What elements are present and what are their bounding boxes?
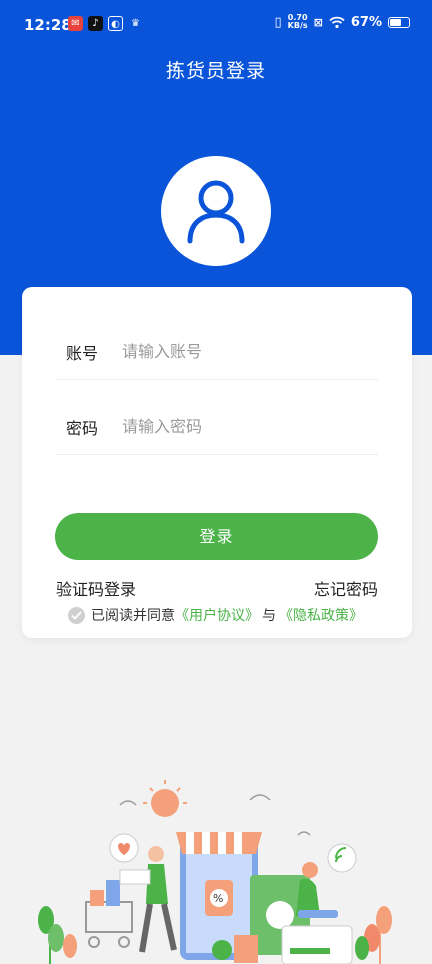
app-notification-icon: ◐ (108, 16, 123, 31)
svg-text:%: % (213, 892, 223, 905)
status-time: 12:28 (24, 16, 72, 34)
user-agreement-link[interactable]: 《用户协议》 (175, 605, 259, 625)
page-title: 拣货员登录 (165, 60, 266, 82)
account-label: 账号 (66, 343, 99, 363)
tiktok-icon: ♪ (88, 16, 103, 31)
battery-percent: 67% (350, 14, 382, 30)
check-icon (71, 610, 82, 620)
forgot-password-link[interactable]: 忘记密码 (314, 576, 378, 600)
battery-fill (390, 18, 402, 26)
password-label: 密码 (66, 418, 99, 438)
privacy-policy-link[interactable]: 《隐私政策》 (279, 605, 363, 625)
battery-icon (388, 16, 410, 28)
user-icon (187, 180, 245, 244)
notification-icons: ✉ ♪ ◐ ♛ (68, 16, 143, 31)
avatar (161, 156, 271, 266)
vibrate-icon: ▯ (274, 14, 282, 30)
password-field: 密码 (56, 399, 378, 455)
sms-login-link[interactable]: 验证码登录 (56, 576, 136, 600)
account-field: 账号 (56, 324, 378, 380)
status-right: ▯ 0.70 KB/s ⊠ 67% (275, 14, 410, 30)
app-notification-icon: ✉ (68, 16, 83, 31)
account-input[interactable] (122, 342, 362, 361)
agreement-row: 已阅读并同意 《用户协议》 与 《隐私政策》 (68, 605, 363, 625)
password-input[interactable] (122, 417, 362, 436)
login-links: 验证码登录 忘记密码 (56, 576, 378, 600)
status-bar: 12:28 ✉ ♪ ◐ ♛ ▯ 0.70 KB/s ⊠ 67% (0, 0, 432, 48)
shopping-illustration: % (38, 780, 392, 964)
agree-checkbox[interactable] (68, 606, 85, 624)
net-speed: 0.70 KB/s (287, 13, 308, 30)
sim-off-icon: ⊠ (313, 15, 323, 29)
agreement-and: 与 (262, 608, 276, 624)
login-card: 账号 密码 登录 验证码登录 忘记密码 已阅读并同意 《用户协议》 与 《隐私政… (22, 287, 412, 638)
wifi-icon (329, 16, 345, 28)
agreement-prefix: 已阅读并同意 (91, 608, 175, 624)
login-button[interactable]: 登录 (55, 513, 378, 560)
crown-icon: ♛ (131, 18, 140, 29)
